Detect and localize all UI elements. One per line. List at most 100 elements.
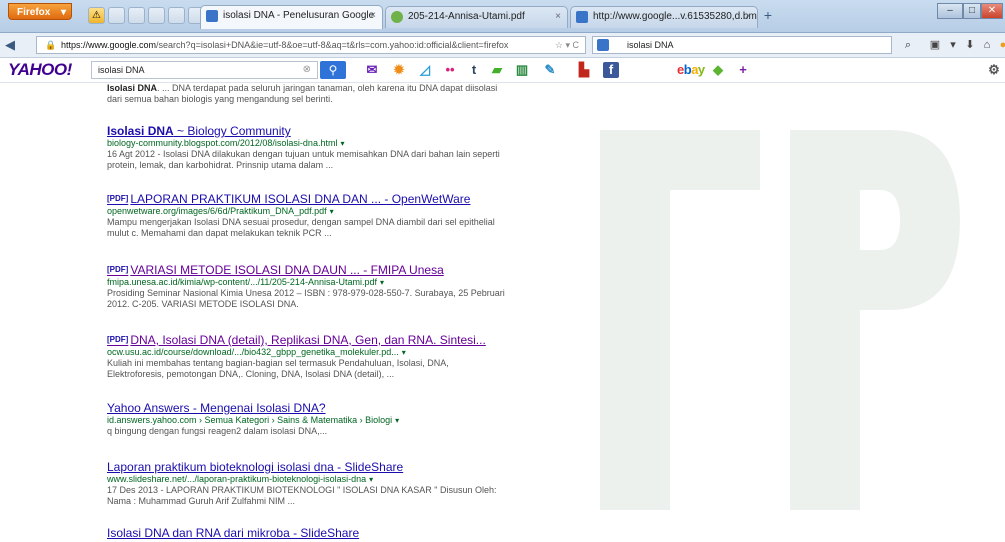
answers-icon[interactable]: ✎ (542, 62, 558, 78)
firefox-menu-label: Firefox (17, 7, 51, 18)
search-icon[interactable]: ⌕ (905, 37, 911, 53)
pinned-tab-4[interactable] (168, 7, 185, 24)
news-icon[interactable]: ▰ (489, 62, 505, 78)
lock-icon: 🔒 (45, 40, 57, 50)
pdf-tag: [PDF] (107, 194, 129, 203)
pdf-tag: [PDF] (107, 265, 129, 274)
result-title-link[interactable]: [PDF] DNA, Isolasi DNA (detail), Replikas… (107, 333, 507, 347)
result-url: www.slideshare.net/.../laporan-praktikum… (107, 474, 374, 484)
search-result: [PDF] VARIASI METODE ISOLASI DNA DAUN ...… (107, 263, 507, 310)
result-url: id.answers.yahoo.com › Semua Kategori › … (107, 415, 400, 425)
yahoo-toolbar: YAHOO! isolasi DNA ⊗ ⚲ ✉ ✹ ◿ •• t ▰ ▥ ✎ … (0, 58, 1005, 83)
tab-title: 205-214-Annisa-Utami.pdf (408, 11, 525, 22)
maximize-button[interactable]: □ (963, 3, 981, 19)
ebay-icon[interactable]: ebay (677, 62, 705, 77)
url-host: https://www.google.com (61, 40, 157, 50)
pinned-tab-2[interactable] (128, 7, 145, 24)
result-url: ocw.usu.ac.id/course/download/.../bio432… (107, 347, 406, 357)
result-snippet: 16 Agt 2012 - Isolasi DNA dilakukan deng… (107, 149, 500, 170)
result-snippet: 17 Des 2013 - LAPORAN PRAKTIKUM BIOTEKNO… (107, 485, 497, 506)
pdf-tag: [PDF] (107, 335, 129, 344)
reload-icon[interactable]: ☆ ▾ C (555, 37, 579, 53)
weather-icon[interactable]: ✹ (391, 62, 407, 78)
tab-title: isolasi DNA - Penelusuran Google (223, 10, 375, 21)
result-title-link[interactable]: Laporan praktikum bioteknologi isolasi d… (107, 460, 507, 474)
chevron-down-icon[interactable]: ▾ (369, 475, 373, 484)
search-result: Isolasi DNA dan RNA dari mikroba - Slide… (107, 526, 507, 540)
result-title-link[interactable]: Yahoo Answers - Mengenai Isolasi DNA? (107, 401, 507, 415)
addon-icon[interactable]: ● (996, 38, 1005, 52)
gear-icon[interactable]: ⚙ (986, 62, 1002, 78)
close-icon[interactable]: × (745, 7, 751, 27)
result-url: openwetware.org/images/6/6d/Praktikum_DN… (107, 206, 334, 216)
games-icon[interactable]: ◆ (710, 62, 726, 78)
tab-google-url[interactable]: http://www.google...v.61535280,d.bmk × (570, 6, 758, 28)
tumblr-icon[interactable]: t (466, 62, 482, 78)
result-snippet: Kuliah ini membahas tentang bagian-bagia… (107, 358, 449, 379)
search-engine-text: isolasi DNA (627, 40, 674, 50)
clear-icon[interactable]: ⊗ (303, 62, 311, 78)
result-snippet: q bingung dengan fungsi reagen2 dalam is… (107, 426, 328, 436)
facebook-icon[interactable]: f (603, 62, 619, 78)
pdf-favicon-icon (391, 11, 403, 23)
google-search-engine-icon (597, 39, 609, 51)
result-partial: Isolasi DNA. ... DNA terdapat pada selur… (107, 83, 507, 105)
pinned-tab-1[interactable] (108, 7, 125, 24)
yahoo-search-button[interactable]: ⚲ (320, 61, 346, 79)
search-engine-field[interactable]: isolasi DNA ⌕ (592, 36, 911, 54)
yahoo-search-value: isolasi DNA (98, 65, 145, 75)
search-result: [PDF] LAPORAN PRAKTIKUM ISOLASI DNA DAN .… (107, 192, 507, 239)
firefox-menu-button[interactable]: Firefox ▾ (8, 3, 72, 20)
chevron-down-icon[interactable]: ▾ (946, 38, 960, 52)
tab-google-search[interactable]: isolasi DNA - Penelusuran Google × (200, 5, 383, 29)
finance-icon[interactable]: ◿ (417, 62, 433, 78)
mail-icon[interactable]: ✉ (364, 62, 380, 78)
watermark-logo (600, 130, 960, 510)
google-favicon-icon (576, 11, 588, 23)
search-result: Laporan praktikum bioteknologi isolasi d… (107, 460, 507, 507)
yahoo-logo[interactable]: YAHOO! (8, 60, 72, 80)
search-icon: ⚲ (328, 63, 338, 77)
pinned-tab-3[interactable] (148, 7, 165, 24)
back-arrow-icon[interactable]: ◀ (5, 37, 21, 53)
chevron-down-icon[interactable]: ▾ (340, 139, 344, 148)
result-url: fmipa.unesa.ac.id/kimia/wp-content/.../1… (107, 277, 384, 287)
chevron-down-icon[interactable]: ▾ (395, 416, 399, 425)
search-result: [PDF] DNA, Isolasi DNA (detail), Replikas… (107, 333, 507, 380)
chevron-down-icon[interactable]: ▾ (402, 348, 406, 357)
result-snippet: Isolasi DNA. ... DNA terdapat pada selur… (107, 83, 498, 104)
url-bar[interactable]: 🔒 https://www.google.com/search?q=isolas… (36, 36, 586, 54)
title-bar: Firefox ▾ ⚠ isolasi DNA - Penelusuran Goo… (0, 0, 1005, 33)
bookmarks-icon[interactable]: ▣ (928, 38, 942, 52)
close-icon[interactable]: × (370, 6, 376, 26)
chevron-down-icon[interactable]: ▾ (330, 207, 334, 216)
close-icon[interactable]: × (555, 7, 561, 27)
add-icon[interactable]: + (735, 62, 751, 78)
url-path: /search?q=isolasi+DNA&ie=utf-8&oe=utf-8&… (156, 40, 509, 50)
result-snippet: Mampu mengerjakan Isolasi DNA sesuai pro… (107, 217, 495, 238)
new-tab-button[interactable]: + (760, 8, 776, 24)
sports-icon[interactable]: ▥ (514, 62, 530, 78)
downloads-icon[interactable]: ⬇ (963, 38, 977, 52)
home-icon[interactable]: ⌂ (980, 38, 994, 52)
google-favicon-icon (206, 10, 218, 22)
flickr-icon[interactable]: •• (442, 62, 458, 78)
close-window-button[interactable]: ✕ (981, 3, 1003, 19)
tab-title: http://www.google...v.61535280,d.bmk (593, 11, 758, 22)
result-title-link[interactable]: Isolasi DNA ~ Biology Community (107, 124, 507, 138)
navigation-bar: ◀ 🔒 https://www.google.com/search?q=isol… (0, 33, 1005, 58)
warning-icon[interactable]: ⚠ (88, 7, 105, 24)
result-url: biology-community.blogspot.com/2012/08/i… (107, 138, 345, 148)
search-result: Yahoo Answers - Mengenai Isolasi DNA? id… (107, 401, 507, 437)
search-result: Isolasi DNA ~ Biology Community biology-… (107, 124, 507, 171)
result-title-link[interactable]: [PDF] LAPORAN PRAKTIKUM ISOLASI DNA DAN .… (107, 192, 507, 206)
chevron-down-icon: ▾ (60, 7, 66, 18)
chevron-down-icon[interactable]: ▾ (380, 278, 384, 287)
minimize-button[interactable]: – (937, 3, 963, 19)
tab-pdf[interactable]: 205-214-Annisa-Utami.pdf × (385, 6, 568, 28)
bookmark-icon[interactable]: ▙ (576, 62, 592, 78)
result-title-link[interactable]: Isolasi DNA dan RNA dari mikroba - Slide… (107, 526, 507, 540)
result-snippet: Prosiding Seminar Nasional Kimia Unesa 2… (107, 288, 505, 309)
result-title-link[interactable]: [PDF] VARIASI METODE ISOLASI DNA DAUN ...… (107, 263, 507, 277)
yahoo-search-input[interactable]: isolasi DNA ⊗ (91, 61, 318, 79)
